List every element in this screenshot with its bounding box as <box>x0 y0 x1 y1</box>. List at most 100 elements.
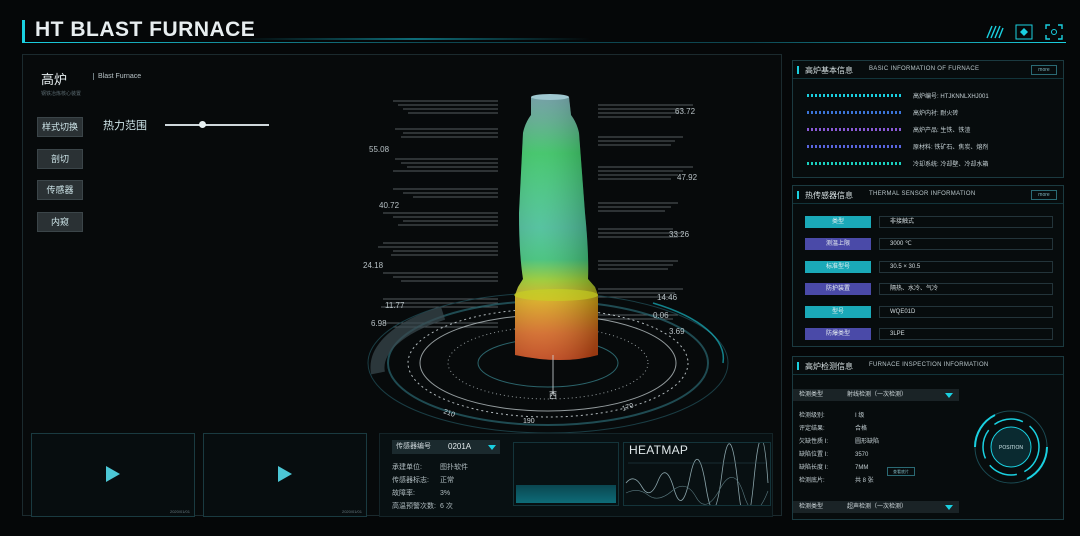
diamond-icon[interactable] <box>1014 24 1034 40</box>
brand-subtitle: 钢铁冶炼核心装置 <box>41 91 82 97</box>
thermal-sensor-panel: 热传感器信息 THERMAL SENSOR INFORMATION more 类… <box>792 185 1064 347</box>
sensor-id-select[interactable]: 0201A <box>442 440 500 454</box>
endoscope-button[interactable]: 内窥 <box>37 212 83 232</box>
inspection-row: 检测级别: I 级 <box>799 410 864 419</box>
panel-title-cn: 高炉检测信息 <box>805 362 853 371</box>
inspection-row: 缺陷位置 I: 3570 <box>799 449 868 458</box>
scale-value: 47.92 <box>677 173 698 182</box>
thermal-value: 非接触式 <box>879 216 1053 228</box>
dial-tick-label: 210 <box>442 408 455 419</box>
heat-range-slider[interactable] <box>165 124 269 126</box>
thermal-info-row: 型号 WQE01D <box>805 306 1053 318</box>
dial-label-north: 西 <box>549 391 557 400</box>
thermal-value: 30.5 × 30.5 <box>879 261 1053 273</box>
scale-value: 24.18 <box>363 261 384 270</box>
inspection-key: 检测底片: <box>799 478 825 484</box>
basic-info-text: 原材料: 铁矿石、焦炭、熔剂 <box>913 145 989 151</box>
select-value: 超声检测（一次检测） <box>847 504 908 510</box>
select-key: 检测类型 <box>799 504 824 510</box>
furnace-view-panel: 高炉 钢铁冶炼核心装置 Blast Furnace 样式切换 剖切 传感器 内窥… <box>22 54 782 522</box>
inspection-key: 欠缺性质 I: <box>799 439 829 445</box>
thermal-info-row: 测温上限 3000 ℃ <box>805 238 1053 250</box>
select-key: 检测类型 <box>799 392 824 398</box>
basic-info-row: 高炉内衬: 耐火砖 <box>807 108 1057 118</box>
inspection-key: 缺陷长度 I: <box>799 465 829 471</box>
row-marker <box>807 128 903 131</box>
dial-tick-label: 170 <box>621 402 634 413</box>
inspection-value: I 级 <box>855 413 865 419</box>
app-header: HT BLAST FURNACE <box>0 0 1080 46</box>
panel-title-cn: 高炉基本信息 <box>805 66 853 75</box>
inspection-value: 共 8 张 <box>855 478 874 484</box>
sensor-info-row: 承建单位: 图扑软件 <box>392 462 468 472</box>
chevron-down-icon[interactable] <box>945 505 953 510</box>
blast-furnace-model[interactable] <box>514 94 598 360</box>
play-icon[interactable] <box>106 466 120 482</box>
thermal-info-row: 标准型号 30.5 × 30.5 <box>805 261 1053 273</box>
video-feed-1[interactable]: 2020/01/01 <box>31 433 195 517</box>
scale-value: 6.98 <box>371 319 387 328</box>
furnace-3d-scene[interactable]: 西 210 170 190 <box>323 93 743 433</box>
panel-marker <box>797 66 802 74</box>
thermal-key: 测温上限 <box>805 238 871 250</box>
panel-title-cn: 热传感器信息 <box>805 191 853 200</box>
sensor-info-row: 故障率: 3% <box>392 488 450 498</box>
inspection-key: 缺陷位置 I: <box>799 452 829 458</box>
sensor-level-chart <box>513 442 619 506</box>
basic-info-row: 冷却系统: 冷却壁、冷却水箱 <box>807 159 1057 169</box>
inspection-value: 3570 <box>855 452 869 458</box>
chevron-down-icon[interactable] <box>488 445 496 450</box>
row-marker <box>807 162 903 165</box>
inspection-type-select[interactable]: 检测类型 射线检测（一次检测） <box>793 389 959 401</box>
panel-title-en: BASIC INFORMATION OF FURNACE <box>869 66 980 72</box>
app-title: HT BLAST FURNACE <box>35 18 256 41</box>
sensor-button[interactable]: 传感器 <box>37 180 83 200</box>
section-cut-button[interactable]: 剖切 <box>37 149 83 169</box>
panel-header: 高炉基本信息 BASIC INFORMATION OF FURNACE more <box>793 61 1063 79</box>
scale-value: 55.08 <box>369 145 390 154</box>
video-timestamp: 2020/01/01 <box>341 509 362 514</box>
inspection-row: 检测底片: 共 8 张 <box>799 475 874 484</box>
brand: 高炉 钢铁冶炼核心装置 <box>41 69 81 97</box>
more-button[interactable]: more <box>1031 190 1057 200</box>
thermal-info-row: 防爆类型 3LPE <box>805 328 1053 340</box>
scale-value: 63.72 <box>675 107 696 116</box>
basic-info-panel: 高炉基本信息 BASIC INFORMATION OF FURNACE more… <box>792 60 1064 178</box>
brand-english: Blast Furnace <box>93 73 141 80</box>
thermal-value: 3LPE <box>879 328 1053 340</box>
stripes-icon[interactable] <box>984 24 1004 40</box>
level-fill <box>516 485 616 503</box>
thermal-value: 3000 ℃ <box>879 238 1053 250</box>
scale-value: 0.06 <box>653 311 669 320</box>
play-icon[interactable] <box>278 466 292 482</box>
panel-title-en: THERMAL SENSOR INFORMATION <box>869 191 976 197</box>
sensor-info-value: 3% <box>440 490 451 497</box>
sensor-info-key: 传感器标志: <box>392 477 429 484</box>
basic-info-text: 高炉产品: 生铁、铁渣 <box>913 128 971 134</box>
more-button[interactable]: more <box>1031 65 1057 75</box>
inspection-row: 欠缺性质 I: 圆形缺陷 <box>799 436 879 445</box>
inspection-type-select-2[interactable]: 检测类型 超声检测（一次检测） <box>793 501 959 513</box>
scale-value: 14.46 <box>657 293 678 302</box>
panel-marker <box>797 191 802 199</box>
scale-value: 3.69 <box>669 327 685 336</box>
sensor-info-value: 6 次 <box>440 503 453 510</box>
inspection-value: 7MM <box>855 465 869 471</box>
thermal-key: 防爆类型 <box>805 328 871 340</box>
chevron-down-icon[interactable] <box>945 393 953 398</box>
fullscreen-icon[interactable] <box>1044 24 1064 40</box>
header-divider <box>22 42 1066 43</box>
select-value: 射线检测（一次检测） <box>847 392 908 398</box>
panel-header: 高炉检测信息 FURNACE INSPECTION INFORMATION <box>793 357 1063 375</box>
video-feed-2[interactable]: 2020/01/01 <box>203 433 367 517</box>
thermal-value: WQE01D <box>879 306 1053 318</box>
header-glow <box>240 38 590 40</box>
position-radar-icon[interactable]: POSITION <box>965 405 1057 489</box>
row-marker <box>807 94 903 97</box>
panel-marker <box>797 362 802 370</box>
thermal-info-row: 防护装置 隔热、水冷、气冷 <box>805 283 1053 295</box>
view-film-button[interactable]: 查看底片 <box>887 467 915 476</box>
scale-value: 11.77 <box>385 301 405 310</box>
style-switch-button[interactable]: 样式切换 <box>37 117 83 137</box>
heat-range-slider-thumb[interactable] <box>198 121 206 128</box>
